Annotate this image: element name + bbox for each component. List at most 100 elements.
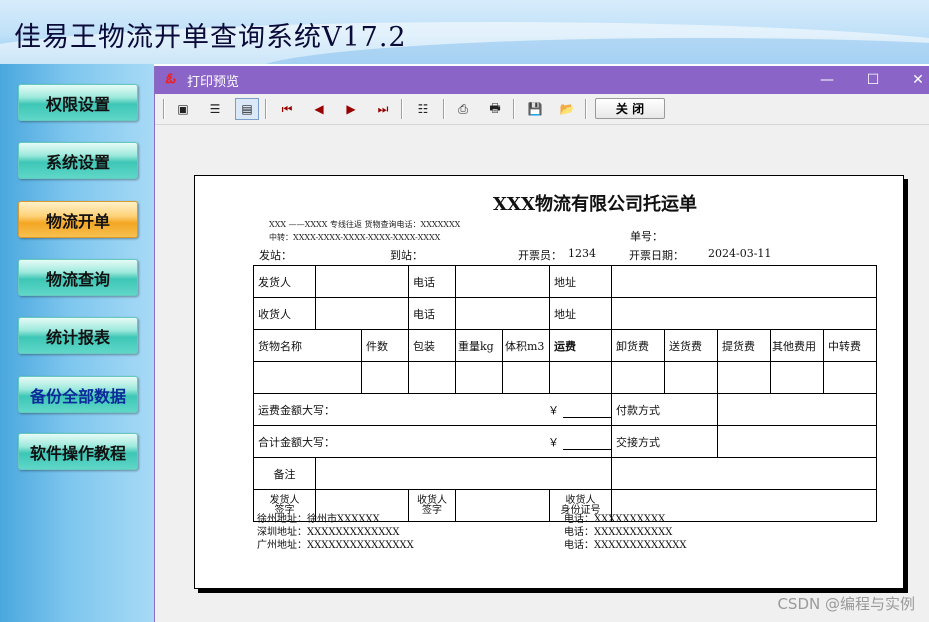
pieces-cell[interactable] xyxy=(361,361,409,394)
app-header: 佳易王物流开单查询系统V17.2 xyxy=(0,0,929,64)
col-freight: 运费 xyxy=(549,329,612,362)
shipper-phone-field[interactable] xyxy=(455,265,550,298)
app-logo-icon: ఓ xyxy=(165,70,176,87)
col-goods-name: 货物名称 xyxy=(253,329,362,362)
sidebar-item-tutorial[interactable]: 软件操作教程 xyxy=(18,433,138,470)
sidebar-item-reports[interactable]: 统计报表 xyxy=(18,317,138,354)
pickup-cell[interactable] xyxy=(717,361,771,394)
date-value: 2024-03-11 xyxy=(708,247,772,260)
window-titlebar: ఓ 打印预览 — ☐ ✕ xyxy=(155,66,929,94)
page-width-icon[interactable]: ▤ xyxy=(235,98,259,120)
close-window-button[interactable]: ✕ xyxy=(895,66,929,94)
window-title: 打印预览 xyxy=(187,74,240,90)
sidebar-item-permissions[interactable]: 权限设置 xyxy=(18,84,138,121)
remark-field[interactable] xyxy=(315,457,612,490)
watermark: CSDN @编程与实例 xyxy=(777,595,915,613)
transfer-line: 中转：XXXX-XXXX-XXXX-XXXX-XXXX-XXXX xyxy=(269,233,441,242)
consignee-phone-label: 电话 xyxy=(408,297,456,330)
sidebar-item-system-settings[interactable]: 系统设置 xyxy=(18,142,138,179)
next-page-icon[interactable]: ▶ xyxy=(339,98,363,120)
total-words-label: 合计金额大写： xyxy=(258,435,335,449)
date-label: 开票日期： xyxy=(629,249,684,262)
save-icon[interactable]: 💾 xyxy=(523,98,547,120)
last-page-icon[interactable]: ⏭ xyxy=(371,98,395,120)
col-pickup-fee: 提货费 xyxy=(717,329,771,362)
freight-cell[interactable] xyxy=(549,361,612,394)
remark-label: 备注 xyxy=(253,457,316,490)
shipper-phone-label: 电话 xyxy=(408,265,456,298)
freight-words-row: 运费金额大写： ￥ xyxy=(253,393,612,426)
consignee-phone-field[interactable] xyxy=(455,297,550,330)
col-weight: 重量kg xyxy=(455,329,503,362)
print-setup-icon[interactable]: ⎙ xyxy=(451,98,475,120)
toolbar-separator xyxy=(163,99,165,119)
shipper-address-field[interactable] xyxy=(610,265,878,298)
toolbar-separator xyxy=(513,99,515,119)
waybill-document: XXX物流有限公司托运单 XXX ——XXXX 专线往返 货物查询电话：XXXX… xyxy=(194,175,904,589)
dest-label: 到站： xyxy=(390,249,423,262)
consignee-field[interactable] xyxy=(315,297,409,330)
packing-cell[interactable] xyxy=(408,361,456,394)
remark-extra xyxy=(610,457,878,490)
total-words-row: 合计金额大写： ￥ xyxy=(253,425,612,458)
single-page-icon[interactable]: ▣ xyxy=(171,98,195,120)
preview-toolbar: ▣ ☰ ▤ ⏮ ◀ ▶ ⏭ ☷ ⎙ 🖶 💾 📂 关 闭 xyxy=(155,94,929,125)
address-value: 徐州市XXXXXX xyxy=(307,514,380,525)
shipper-field[interactable] xyxy=(315,265,409,298)
delivery-method-field[interactable] xyxy=(716,425,878,458)
minimize-button[interactable]: — xyxy=(804,66,850,94)
goods-cell[interactable] xyxy=(253,361,362,394)
prev-page-icon[interactable]: ◀ xyxy=(307,98,331,120)
col-delivery-fee: 送货费 xyxy=(664,329,718,362)
phone-value: XXXXXXXXXX xyxy=(594,514,666,525)
phone-value: XXXXXXXXXXX xyxy=(594,527,673,538)
shipper-label: 发货人 xyxy=(253,265,316,298)
consignee-sign-label: 收货人 签字 xyxy=(408,489,456,522)
yen-sign: ￥ xyxy=(548,403,559,417)
address-label: 徐州地址： xyxy=(257,514,307,525)
volume-cell[interactable] xyxy=(502,361,550,394)
delivery-method-label: 交接方式 xyxy=(611,425,718,458)
weight-cell[interactable] xyxy=(455,361,503,394)
freight-words-label: 运费金额大写： xyxy=(258,403,335,417)
consignee-address-field[interactable] xyxy=(610,297,878,330)
col-pieces: 件数 xyxy=(361,329,409,362)
sidebar: 权限设置 系统设置 物流开单 物流查询 统计报表 备份全部数据 软件操作教程 xyxy=(0,64,154,622)
document-title: XXX物流有限公司托运单 xyxy=(493,194,697,215)
address-value: XXXXXXXXXXXXXXX xyxy=(307,540,414,551)
freight-amount-line xyxy=(562,404,611,418)
route-line: XXX ——XXXX 专线往返 货物查询电话：XXXXXXX xyxy=(269,220,461,229)
issuer-value: 1234 xyxy=(568,247,596,260)
toolbar-separator xyxy=(401,99,403,119)
open-folder-icon[interactable]: 📂 xyxy=(555,98,579,120)
phone-value: XXXXXXXXXXXXX xyxy=(594,540,687,551)
total-amount-line xyxy=(562,436,611,450)
print-icon[interactable]: 🖶 xyxy=(483,98,507,120)
phone-label: 电话： xyxy=(564,527,594,538)
yen-sign: ￥ xyxy=(548,435,559,449)
consignee-address-label: 地址 xyxy=(549,297,612,330)
addresses-block: 徐州地址：徐州市XXXXXX 深圳地址：XXXXXXXXXXXXX 广州地址：X… xyxy=(257,513,414,552)
col-volume: 体积m3 xyxy=(502,329,550,362)
other-cell[interactable] xyxy=(770,361,824,394)
first-page-icon[interactable]: ⏮ xyxy=(275,98,299,120)
unloading-cell[interactable] xyxy=(611,361,665,394)
transfer-cell[interactable] xyxy=(822,361,878,394)
col-transfer-fee: 中转费 xyxy=(822,329,878,362)
close-preview-button[interactable]: 关 闭 xyxy=(595,98,665,119)
sidebar-item-logistics-order[interactable]: 物流开单 xyxy=(18,201,138,238)
toolbar-separator xyxy=(585,99,587,119)
multi-page-icon[interactable]: ☰ xyxy=(203,98,227,120)
payment-label: 付款方式 xyxy=(611,393,718,426)
sidebar-item-logistics-query[interactable]: 物流查询 xyxy=(18,259,138,296)
order-no-label: 单号： xyxy=(630,230,663,243)
phone-label: 电话： xyxy=(564,540,594,551)
app-title: 佳易王物流开单查询系统V17.2 xyxy=(14,22,407,53)
col-packing: 包装 xyxy=(408,329,456,362)
sidebar-item-backup[interactable]: 备份全部数据 xyxy=(18,376,138,413)
maximize-button[interactable]: ☐ xyxy=(850,66,896,94)
payment-field[interactable] xyxy=(716,393,878,426)
consignee-sign-field[interactable] xyxy=(455,489,550,522)
delivery-cell[interactable] xyxy=(664,361,718,394)
goto-page-icon[interactable]: ☷ xyxy=(411,98,435,120)
